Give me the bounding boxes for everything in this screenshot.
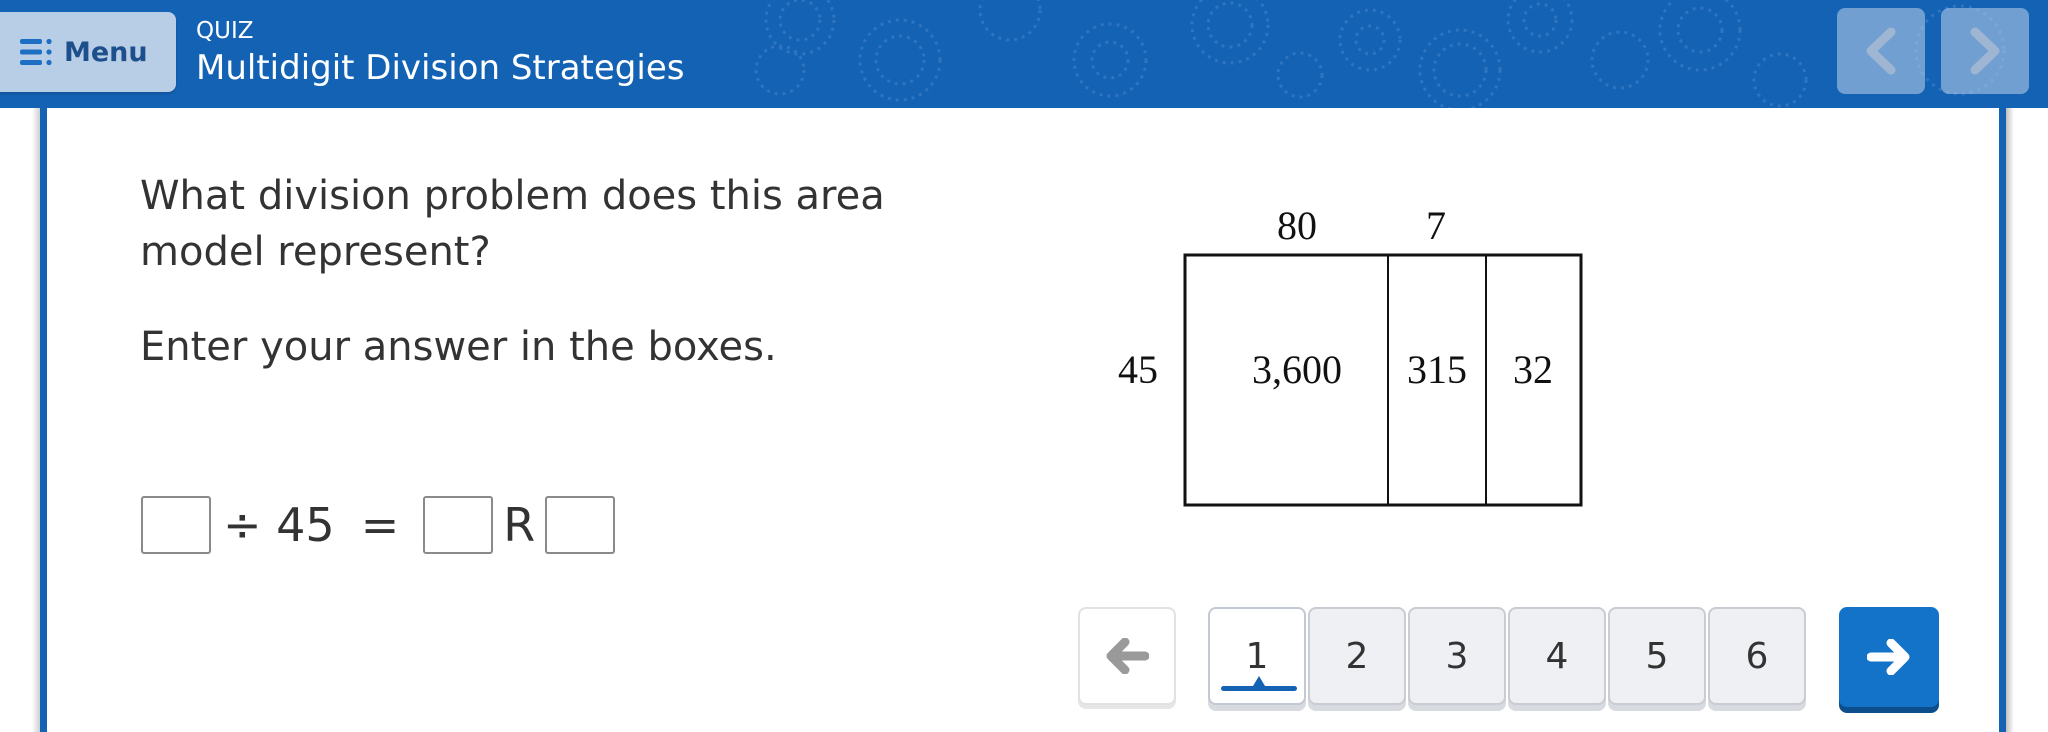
page-number: 3 <box>1445 635 1469 677</box>
frame-shadow-left <box>32 108 40 732</box>
page-button[interactable]: 5 <box>1608 607 1706 705</box>
frame-border-right <box>1999 108 2006 732</box>
page-button[interactable]: 2 <box>1308 607 1406 705</box>
frame-shadow-right <box>2006 108 2014 732</box>
dividend-input[interactable] <box>141 496 211 554</box>
area-cell-value: 32 <box>1513 347 1553 392</box>
quotient-input[interactable] <box>423 496 494 554</box>
quiz-label: QUIZ <box>196 18 254 44</box>
chevron-right-icon <box>1970 27 2000 75</box>
page-number: 1 <box>1245 635 1269 677</box>
arrow-right-icon <box>1867 639 1910 675</box>
page-number: 4 <box>1545 635 1569 677</box>
remainder-input[interactable] <box>545 496 616 554</box>
area-top-label: 80 <box>1277 203 1317 248</box>
arrow-left-icon <box>1106 638 1149 674</box>
next-question-button[interactable] <box>1839 607 1939 707</box>
page-button[interactable]: 4 <box>1508 607 1606 705</box>
header-bar: Menu QUIZ Multidigit Division Strategies <box>0 0 2048 108</box>
current-page-indicator <box>1221 676 1297 691</box>
page-number: 5 <box>1645 635 1669 677</box>
area-model-diagram: 80 7 45 3,600 315 32 <box>1118 203 1583 507</box>
menu-button[interactable]: Menu <box>0 12 176 92</box>
chevron-left-icon <box>1866 27 1896 75</box>
previous-nav-button[interactable] <box>1837 8 1925 94</box>
menu-label: Menu <box>64 36 148 68</box>
page-button[interactable]: 6 <box>1708 607 1806 705</box>
area-top-label: 7 <box>1426 203 1446 248</box>
page-button-current[interactable]: 1 <box>1208 607 1306 705</box>
area-cell-value: 3,600 <box>1252 347 1342 392</box>
question-instruction: Enter your answer in the boxes. <box>140 324 777 370</box>
area-side-label: 45 <box>1118 347 1158 392</box>
division-equation: ÷ 45 = R <box>141 494 616 556</box>
previous-question-button[interactable] <box>1078 607 1176 705</box>
equals-sign: = <box>360 498 400 552</box>
remainder-label: R <box>503 498 536 552</box>
frame-border-left <box>40 108 47 732</box>
page-number: 2 <box>1345 635 1369 677</box>
question-prompt: What division problem does this area mod… <box>140 173 885 275</box>
page-number: 6 <box>1745 635 1769 677</box>
divide-by-45: ÷ 45 <box>223 498 335 552</box>
next-nav-button[interactable] <box>1941 8 2029 94</box>
area-cell-value: 315 <box>1407 347 1467 392</box>
page-button[interactable]: 3 <box>1408 607 1506 705</box>
menu-icon <box>20 38 52 66</box>
page-title: Multidigit Division Strategies <box>196 48 685 88</box>
